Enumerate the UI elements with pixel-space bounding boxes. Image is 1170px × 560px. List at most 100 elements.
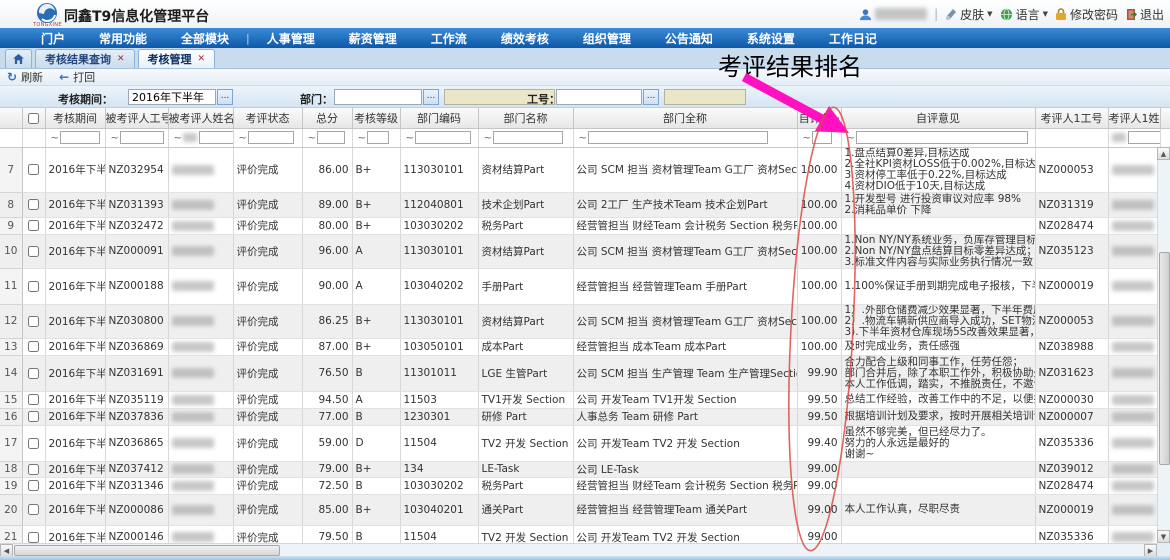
- menu-item-1[interactable]: 门户: [24, 30, 82, 47]
- menu-item-6[interactable]: 工作流: [414, 30, 484, 47]
- row-checkbox[interactable]: [28, 341, 39, 352]
- table-row-15[interactable]: 152016年下半年NZ035119评价完成94.50A11503TV1开发 S…: [0, 391, 1170, 408]
- logout-button[interactable]: 退出: [1125, 6, 1164, 23]
- table-row-12[interactable]: 122016年下半年NZ030800评价完成86.25B+113030101资材…: [0, 304, 1170, 338]
- menu-item-3[interactable]: 全部模块: [164, 30, 246, 47]
- table-row-19[interactable]: 192016年下半年NZ031346评价完成72.50B103030202税务P…: [0, 477, 1170, 494]
- row-checkbox[interactable]: [28, 394, 39, 405]
- close-icon[interactable]: ✕: [117, 54, 125, 64]
- column-header-total-score[interactable]: 总分: [302, 108, 352, 128]
- row-checkbox[interactable]: [28, 504, 39, 515]
- column-header-grade[interactable]: 考核等级: [352, 108, 400, 128]
- table-row-9[interactable]: 92016年下半年NZ032472评价完成80.00B+103030202税务P…: [0, 217, 1170, 234]
- filter-input[interactable]: [493, 131, 563, 144]
- table-row-18[interactable]: 182016年下半年NZ037412评价完成79.00B+134LE-Task公…: [0, 461, 1170, 477]
- row-checkbox[interactable]: [28, 480, 39, 491]
- column-header-self-comment[interactable]: 自评意见: [841, 108, 1035, 128]
- cell-emp-id: NZ000086: [105, 494, 168, 525]
- row-select-cell: [22, 147, 45, 192]
- table-row-8[interactable]: 82016年下半年NZ031393评价完成89.00B+112040801技术企…: [0, 192, 1170, 217]
- filter-input[interactable]: [588, 131, 768, 144]
- table-row-13[interactable]: 132016年下半年NZ036869评价完成87.00B+103050101成本…: [0, 338, 1170, 355]
- row-checkbox[interactable]: [28, 411, 39, 422]
- cell-rater1-name: [1108, 217, 1160, 234]
- language-button[interactable]: 语言▼: [1000, 6, 1048, 23]
- table-row-21[interactable]: 212016年下半年NZ000146评价完成79.50B11504TV2 开发 …: [0, 525, 1170, 543]
- range-symbol: ~: [306, 133, 317, 144]
- vertical-scrollbar[interactable]: ▲ ▼: [1157, 147, 1170, 543]
- table-row-16[interactable]: 162016年下半年NZ037836评价完成77.00B1230301研修 Pa…: [0, 408, 1170, 425]
- column-header-dept-code[interactable]: 部门编码: [400, 108, 478, 128]
- row-checkbox[interactable]: [28, 220, 39, 231]
- table-row-20[interactable]: 202016年下半年NZ000086评价完成85.00B+103040201通关…: [0, 494, 1170, 525]
- table-row-7[interactable]: 72016年下半年NZ032954评价完成86.00B+113030101资材结…: [0, 147, 1170, 192]
- table-row-10[interactable]: 102016年下半年NZ000091评价完成96.00A113030101资材结…: [0, 234, 1170, 268]
- tab-assessment-management[interactable]: 考核管理 ✕: [138, 49, 216, 68]
- change-password-button[interactable]: 修改密码: [1055, 6, 1118, 23]
- column-header-self-score[interactable]: 自评分▼: [797, 108, 841, 128]
- horizontal-scrollbar[interactable]: ◀ ▶: [0, 543, 1157, 556]
- row-checkbox[interactable]: [28, 164, 39, 175]
- column-header-emp-id[interactable]: 被考评人工号: [105, 108, 168, 128]
- column-header-period[interactable]: 考核期间: [45, 108, 105, 128]
- cell-emp-id: NZ032472: [105, 217, 168, 234]
- filter-input[interactable]: [120, 131, 164, 144]
- table-row-14[interactable]: 142016年下半年NZ031691评价完成76.50B11301011LGE …: [0, 355, 1170, 391]
- column-header-dept-fullname[interactable]: 部门全称: [573, 108, 797, 128]
- select-all-checkbox[interactable]: [28, 113, 39, 124]
- vertical-scroll-thumb[interactable]: [1159, 252, 1170, 465]
- row-checkbox[interactable]: [28, 532, 39, 543]
- empno-picker-button[interactable]: ...: [643, 89, 659, 105]
- dept-input[interactable]: [334, 89, 422, 105]
- menu-item-5[interactable]: 薪资管理: [332, 30, 414, 47]
- close-icon[interactable]: ✕: [198, 54, 206, 64]
- row-number: 17: [0, 425, 22, 461]
- menu-item-8[interactable]: 组织管理: [566, 30, 648, 47]
- cell-rater1-name: [1108, 461, 1160, 477]
- scroll-up-button[interactable]: ▲: [1157, 147, 1170, 160]
- column-header-dept-name[interactable]: 部门名称: [478, 108, 573, 128]
- menu-item-11[interactable]: 工作日记: [812, 30, 894, 47]
- menu-item-2[interactable]: 常用功能: [82, 30, 164, 47]
- scroll-down-button[interactable]: ▼: [1157, 530, 1170, 543]
- row-checkbox[interactable]: [28, 199, 39, 210]
- filter-input[interactable]: [248, 131, 294, 144]
- column-header-emp-name[interactable]: 被考评人姓名: [168, 108, 233, 128]
- user-menu[interactable]: [859, 8, 927, 21]
- skin-button[interactable]: 皮肤▼: [945, 6, 992, 23]
- table-row-11[interactable]: 112016年下半年NZ000188评价完成90.00A103040202手册P…: [0, 268, 1170, 304]
- filter-input[interactable]: [415, 131, 471, 144]
- filter-input[interactable]: [812, 131, 832, 144]
- row-checkbox[interactable]: [28, 464, 39, 475]
- row-checkbox[interactable]: [28, 316, 39, 327]
- row-checkbox[interactable]: [28, 246, 39, 257]
- horizontal-scroll-thumb[interactable]: [14, 545, 280, 556]
- dept-picker-button[interactable]: ...: [423, 89, 439, 105]
- row-checkbox[interactable]: [28, 281, 39, 292]
- cell-self-score: 100.00: [797, 234, 841, 268]
- tab-home[interactable]: [5, 49, 32, 68]
- refresh-button[interactable]: ↻ 刷新: [7, 69, 43, 85]
- column-header-status[interactable]: 考评状态: [233, 108, 302, 128]
- filter-input[interactable]: [1128, 131, 1161, 144]
- menu-item-10[interactable]: 系统设置: [730, 30, 812, 47]
- filter-input[interactable]: [199, 131, 233, 144]
- row-checkbox[interactable]: [28, 368, 39, 379]
- period-input[interactable]: [128, 89, 216, 105]
- menu-item-4[interactable]: 人事管理: [250, 30, 332, 47]
- empno-input[interactable]: [556, 89, 642, 105]
- tab-result-query[interactable]: 考核结果查询 ✕: [35, 49, 135, 68]
- table-row-17[interactable]: 172016年下半年NZ036865评价完成59.00D11504TV2 开发 …: [0, 425, 1170, 461]
- reject-button[interactable]: ← 打回: [59, 69, 95, 85]
- menu-item-9[interactable]: 公告通知: [648, 30, 730, 47]
- menu-item-7[interactable]: 绩效考核: [484, 30, 566, 47]
- filter-input[interactable]: [856, 131, 1028, 144]
- filter-input[interactable]: [60, 131, 100, 144]
- row-checkbox[interactable]: [28, 438, 39, 449]
- column-header-rater1-id[interactable]: 考评人1工号: [1035, 108, 1108, 128]
- filter-input[interactable]: [367, 131, 389, 144]
- column-header-rater1-name[interactable]: 考评人1姓名: [1108, 108, 1160, 128]
- filter-input[interactable]: [317, 131, 345, 144]
- period-picker-button[interactable]: ...: [217, 89, 233, 105]
- cell-grade: B+: [352, 494, 400, 525]
